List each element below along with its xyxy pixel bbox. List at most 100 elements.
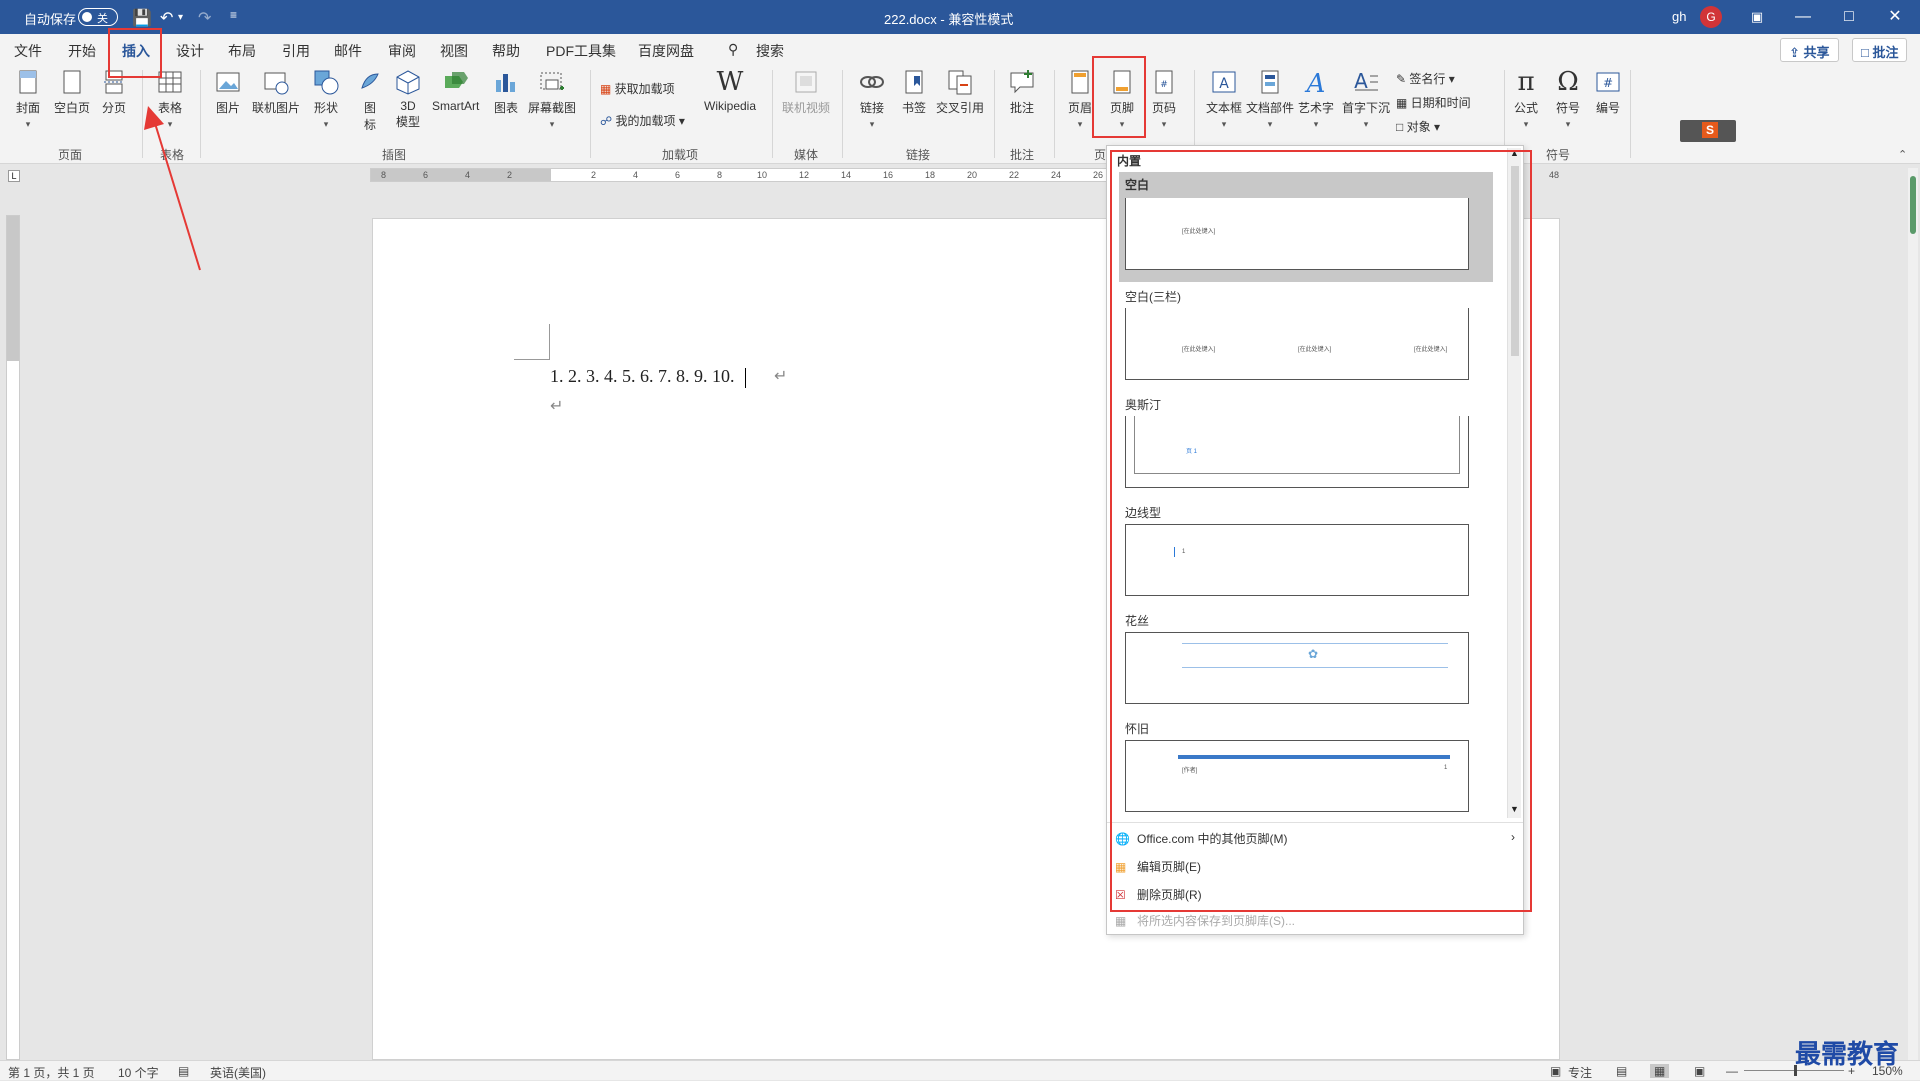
share-button[interactable]: ⇪ 共享 [1780, 38, 1839, 62]
tab-stop-selector[interactable]: L [8, 170, 20, 182]
smartart-icon [444, 72, 468, 88]
icons-button[interactable]: 图标 [356, 68, 384, 133]
page-number-button[interactable]: # 页码 ▾ [1150, 68, 1178, 130]
tab-view[interactable]: 视图 [440, 41, 468, 61]
vertical-scrollbar[interactable] [1908, 168, 1918, 1060]
object-label: 对象 [1406, 120, 1431, 134]
tab-design[interactable]: 设计 [176, 41, 204, 61]
save-selection-footer-menu-item[interactable]: ▦ 将所选内容保存到页脚库(S)... [1115, 912, 1295, 929]
chart-button[interactable]: 图表 [492, 68, 520, 116]
signature-line-label: 签名行 [1409, 72, 1446, 86]
web-layout-icon[interactable]: ▣ [1694, 1064, 1705, 1078]
tab-help[interactable]: 帮助 [492, 41, 520, 61]
toggle-knob [82, 12, 92, 22]
svg-text:A: A [1219, 76, 1229, 92]
symbol-button[interactable]: Ω 符号 ▾ [1554, 68, 1582, 130]
document-text-line[interactable]: 1. 2. 3. 4. 5. 6. 7. 8. 9. 10. [550, 366, 746, 388]
ribbon: 封面 ▾ 空白页 分页 页面 表格 ▾ 表格 图片 联机图片 形状 ▾ 图标 3D 模型… [0, 64, 1920, 164]
undo-icon[interactable]: ↶ [160, 8, 173, 28]
redo-icon[interactable]: ↷ [198, 8, 211, 28]
3d-model-button[interactable]: 3D 模型 [394, 68, 422, 130]
tab-file[interactable]: 文件 [14, 41, 42, 61]
collapse-ribbon-icon[interactable]: ⌃ [1898, 148, 1907, 161]
focus-icon[interactable]: ▣ [1550, 1064, 1561, 1078]
number-button[interactable]: # 编号 [1594, 68, 1622, 116]
smartart-button[interactable]: SmartArt [432, 68, 479, 113]
page-count-status[interactable]: 第 1 页，共 1 页 [8, 1064, 95, 1081]
picture-button[interactable]: 图片 [214, 68, 242, 116]
save-icon[interactable]: 💾 [132, 8, 152, 28]
blank-page-button[interactable]: 空白页 [54, 68, 90, 116]
screenshot-button[interactable]: 屏幕截图 ▾ [528, 68, 576, 130]
ribbon-display-icon[interactable]: ▣ [1734, 4, 1780, 30]
scrollbar-thumb[interactable] [1910, 176, 1916, 234]
insert-comment-label: 批注 [1009, 101, 1034, 115]
comments-label: 批注 [1872, 45, 1899, 60]
tab-baidu-netdisk[interactable]: 百度网盘 [638, 41, 694, 61]
language-status[interactable]: 英语(美国) [210, 1064, 266, 1081]
date-time-button[interactable]: ▦ 日期和时间 [1396, 94, 1471, 111]
print-layout-icon[interactable]: ▦ [1650, 1064, 1670, 1078]
chart-label: 图表 [493, 101, 518, 115]
input-method-toolbar[interactable]: S [1680, 120, 1736, 142]
comments-button[interactable]: □ 批注 [1852, 38, 1908, 62]
customize-toolbar-icon[interactable]: ≡ [230, 8, 237, 22]
wikipedia-button[interactable]: W Wikipedia [704, 68, 756, 113]
screenshot-icon [540, 72, 564, 90]
search-label[interactable]: 搜索 [756, 41, 784, 61]
header-label: 页眉 [1067, 101, 1092, 115]
wordart-button[interactable]: A 艺术字 ▾ [1298, 68, 1334, 130]
undo-dropdown-icon[interactable]: ▾ [178, 12, 183, 23]
tab-review[interactable]: 审阅 [388, 41, 416, 61]
signature-line-button[interactable]: ✎ 签名行 ▾ [1396, 70, 1455, 87]
maximize-icon[interactable]: □ [1826, 4, 1872, 30]
focus-mode-label[interactable]: 专注 [1568, 1064, 1592, 1081]
link-button[interactable]: 链接 ▾ [858, 68, 886, 130]
tab-references[interactable]: 引用 [282, 41, 310, 61]
drop-cap-button[interactable]: A 首字下沉 ▾ [1342, 68, 1390, 130]
header-button[interactable]: 页眉 ▾ [1066, 68, 1094, 130]
share-label: 共享 [1803, 45, 1830, 60]
autosave-toggle[interactable]: 关 [78, 8, 118, 26]
avatar[interactable]: G [1700, 6, 1722, 28]
shapes-button[interactable]: 形状 ▾ [312, 68, 340, 130]
my-addins-button[interactable]: ☍ 我的加载项 ▾ [600, 112, 685, 129]
vertical-ruler[interactable] [6, 215, 20, 1060]
online-picture-icon [264, 72, 289, 95]
cross-reference-label: 交叉引用 [936, 101, 985, 115]
group-links-label: 链接 [906, 148, 931, 162]
ruler-tick: 22 [1009, 170, 1020, 180]
zoom-out-icon[interactable]: — [1726, 1064, 1738, 1078]
online-video-button[interactable]: 联机视频 [782, 68, 830, 116]
get-addins-button[interactable]: ▦ 获取加载项 [600, 80, 675, 97]
close-icon[interactable]: ✕ [1872, 4, 1918, 30]
minimize-icon[interactable]: — [1780, 4, 1826, 30]
icons-label-2: 标 [363, 118, 376, 132]
text-box-label: 文本框 [1206, 101, 1243, 115]
search-icon[interactable]: ⚲ [728, 41, 738, 58]
tab-pdf-tools[interactable]: PDF工具集 [546, 41, 616, 61]
word-count-status[interactable]: 10 个字 [118, 1064, 159, 1081]
tab-mailings[interactable]: 邮件 [334, 41, 362, 61]
equation-button[interactable]: π 公式 ▾ [1512, 68, 1540, 130]
object-button[interactable]: □ 对象 ▾ [1396, 118, 1440, 135]
ruler-tick: 8 [717, 170, 723, 180]
online-picture-button[interactable]: 联机图片 [252, 68, 300, 116]
cover-page-button[interactable]: 封面 ▾ [14, 68, 42, 130]
svg-text:A: A [1354, 69, 1368, 93]
insert-comment-button[interactable]: 批注 [1008, 68, 1036, 116]
bookmark-button[interactable]: 书签 [900, 68, 928, 116]
cross-reference-button[interactable]: 交叉引用 [936, 68, 984, 116]
screenshot-label: 屏幕截图 [528, 101, 577, 115]
quick-parts-button[interactable]: 文档部件 ▾ [1246, 68, 1294, 130]
tab-home[interactable]: 开始 [68, 41, 96, 61]
tab-layout[interactable]: 布局 [228, 41, 256, 61]
user-name: gh [1672, 9, 1687, 24]
drop-cap-icon: A [1354, 69, 1378, 93]
ruler-tick: 24 [1051, 170, 1062, 180]
my-addins-label: 我的加载项 [615, 114, 676, 128]
group-comments-label: 批注 [1010, 148, 1035, 162]
read-mode-icon[interactable]: ▤ [1616, 1064, 1627, 1078]
proofing-icon[interactable]: ▤ [178, 1064, 189, 1078]
text-box-button[interactable]: A 文本框 ▾ [1206, 68, 1242, 130]
